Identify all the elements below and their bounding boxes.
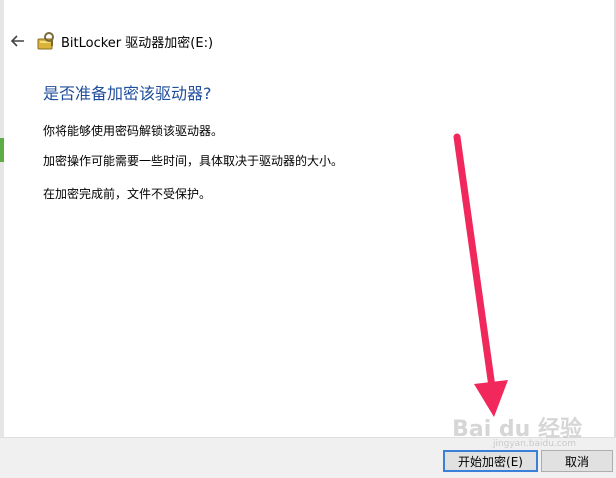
info-text-duration: 加密操作可能需要一些时间，具体取决于驱动器的大小。 bbox=[43, 154, 344, 168]
start-encryption-button[interactable]: 开始加密(E) bbox=[443, 450, 538, 472]
window-title: BitLocker 驱动器加密(E:) bbox=[61, 36, 214, 51]
watermark-url: jingyan.baidu.com bbox=[492, 439, 576, 449]
bitlocker-key-icon bbox=[37, 31, 57, 51]
window-left-edge bbox=[0, 0, 4, 477]
dialog-header: BitLocker 驱动器加密(E:) bbox=[0, 22, 616, 62]
info-text-protection: 在加密完成前，文件不受保护。 bbox=[43, 187, 212, 201]
page-title: 是否准备加密该驱动器? bbox=[43, 84, 212, 103]
side-accent bbox=[0, 138, 4, 162]
info-text-unlock: 你将能够使用密码解锁该驱动器。 bbox=[43, 124, 224, 138]
annotation-arrow bbox=[453, 133, 508, 417]
cancel-button[interactable]: 取消 bbox=[541, 450, 613, 472]
back-arrow-icon[interactable] bbox=[8, 31, 28, 51]
